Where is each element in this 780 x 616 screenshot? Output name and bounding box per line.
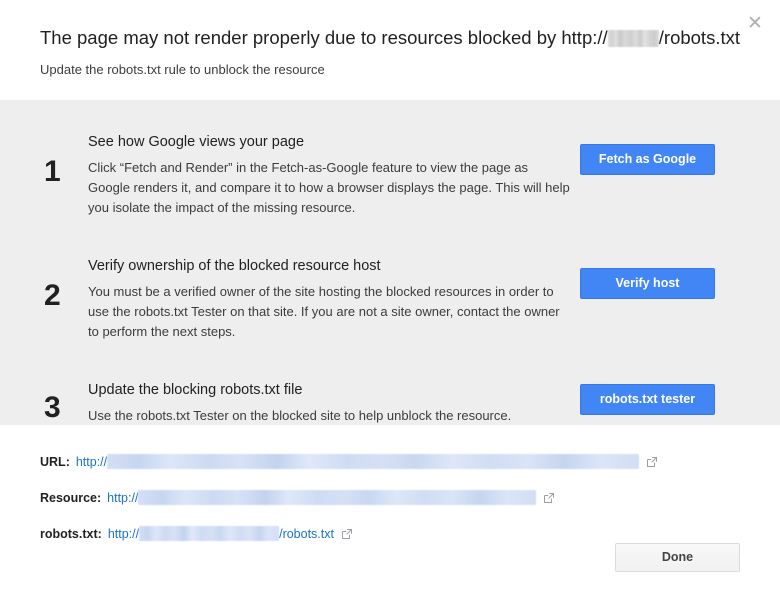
fetch-as-google-button[interactable]: Fetch as Google — [580, 144, 715, 175]
url-link-resource[interactable]: http:// — [107, 490, 536, 505]
redacted-url — [107, 454, 639, 469]
step-item: 1 See how Google views your page Click “… — [0, 132, 780, 218]
external-link-icon[interactable] — [646, 456, 658, 468]
verify-host-button[interactable]: Verify host — [580, 268, 715, 299]
url-protocol: http:// — [107, 491, 138, 505]
close-icon[interactable]: ✕ — [744, 12, 766, 34]
step-item: 2 Verify ownership of the blocked resour… — [0, 256, 780, 342]
step-heading: See how Google views your page — [88, 132, 570, 152]
steps-panel: 1 See how Google views your page Click “… — [0, 100, 780, 425]
robots-txt-tester-button[interactable]: robots.txt tester — [580, 384, 715, 415]
redacted-url — [138, 490, 536, 505]
step-heading: Update the blocking robots.txt file — [88, 380, 570, 400]
step-item: 3 Update the blocking robots.txt file Us… — [0, 380, 780, 426]
url-row-robots: robots.txt: http:// /robots.txt — [40, 525, 740, 542]
step-number: 2 — [40, 256, 88, 311]
url-protocol: http:// — [108, 527, 139, 541]
step-body: See how Google views your page Click “Fe… — [88, 132, 580, 218]
done-button[interactable]: Done — [615, 543, 740, 572]
dialog-footer: Done — [0, 543, 780, 598]
step-body: Update the blocking robots.txt file Use … — [88, 380, 580, 426]
url-row-label: URL: — [40, 455, 70, 469]
page-title-prefix: The page may not render properly due to … — [40, 26, 608, 50]
step-heading: Verify ownership of the blocked resource… — [88, 256, 570, 276]
redacted-host-title — [608, 30, 659, 47]
step-description: You must be a verified owner of the site… — [88, 282, 570, 342]
dialog-header: ✕ The page may not render properly due t… — [0, 0, 780, 100]
url-row-resource: Resource: http:// — [40, 489, 740, 506]
url-row-label: robots.txt: — [40, 527, 102, 541]
step-action: robots.txt tester — [580, 380, 715, 415]
external-link-icon[interactable] — [341, 528, 353, 540]
step-action: Verify host — [580, 256, 715, 299]
page-title-suffix: /robots.txt — [659, 26, 740, 50]
url-details-section: URL: http:// Resource: http:// — [0, 425, 780, 543]
url-suffix: /robots.txt — [279, 527, 334, 541]
url-link-page[interactable]: http:// — [76, 454, 639, 469]
page-subtitle: Update the robots.txt rule to unblock th… — [40, 61, 740, 78]
url-link-robots[interactable]: http:// /robots.txt — [108, 526, 334, 541]
redacted-url — [139, 526, 279, 541]
step-number: 1 — [40, 132, 88, 187]
url-row-label: Resource: — [40, 491, 101, 505]
step-number: 3 — [40, 380, 88, 423]
step-description: Use the robots.txt Tester on the blocked… — [88, 406, 570, 426]
url-row-page: URL: http:// — [40, 453, 740, 470]
step-action: Fetch as Google — [580, 132, 715, 175]
url-protocol: http:// — [76, 455, 107, 469]
page-title: The page may not render properly due to … — [40, 26, 740, 50]
external-link-icon[interactable] — [543, 492, 555, 504]
step-body: Verify ownership of the blocked resource… — [88, 256, 580, 342]
step-description: Click “Fetch and Render” in the Fetch-as… — [88, 158, 570, 218]
